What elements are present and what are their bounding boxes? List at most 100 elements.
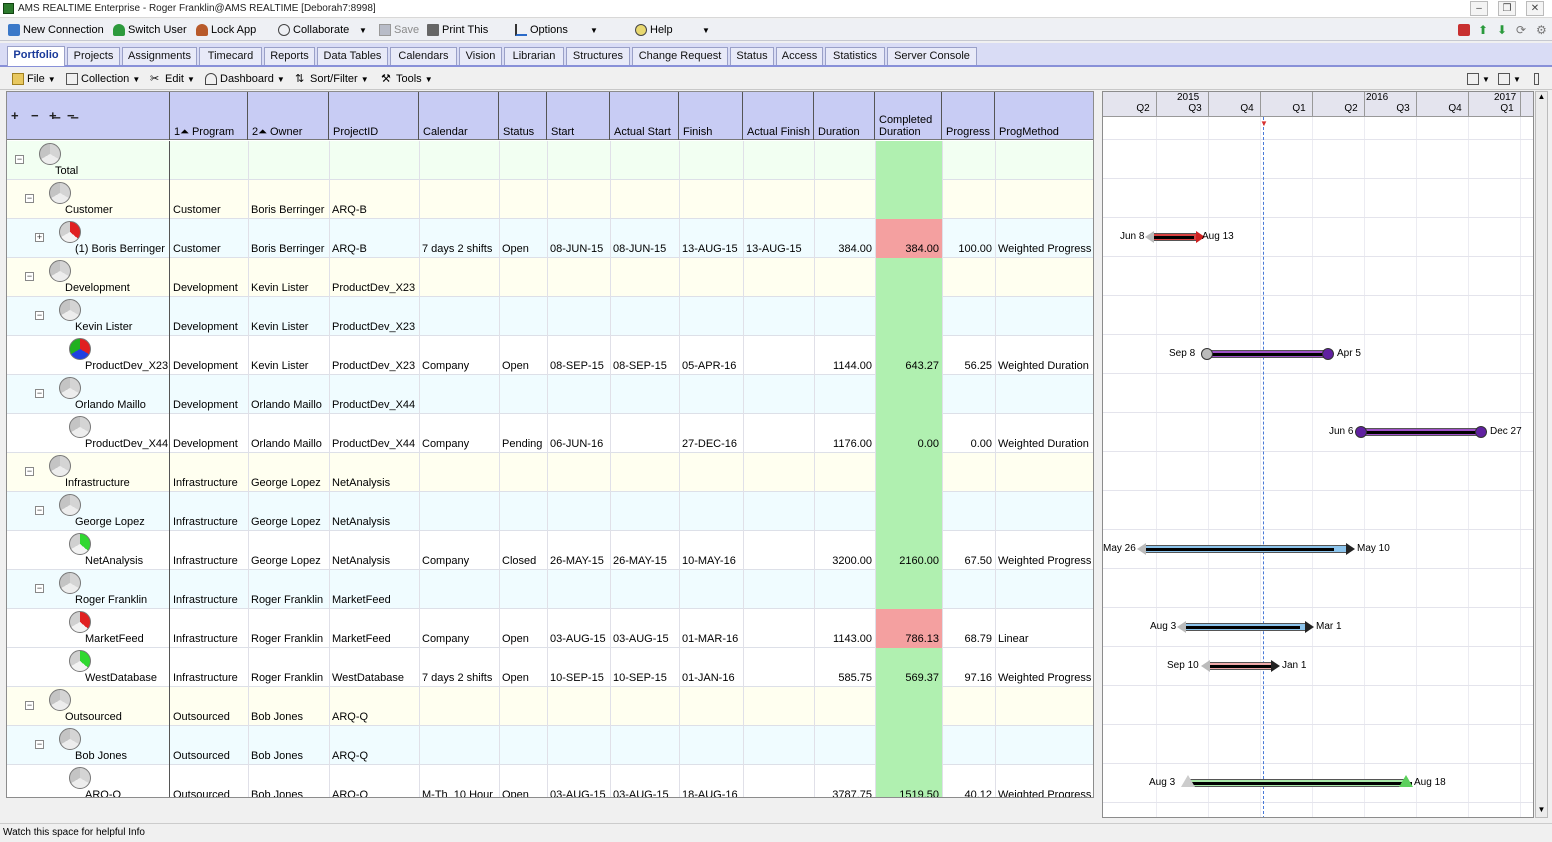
duration-cell[interactable]: 384.00 [817,219,875,258]
tab-calendars[interactable]: Calendars [390,47,457,65]
actual-finish-cell[interactable] [746,687,814,726]
program-cell[interactable]: Infrastructure [173,648,248,687]
actual-start-cell[interactable] [613,414,679,453]
program-cell[interactable]: Development [173,297,248,336]
tree-node-label[interactable]: ProductDev_X44 [85,414,170,453]
actual-finish-cell[interactable] [746,258,814,297]
actual-finish-cell[interactable] [746,297,814,336]
finish-cell[interactable] [682,453,743,492]
program-cell[interactable]: Infrastructure [173,492,248,531]
collapse-toggle-icon[interactable]: − [35,311,44,320]
actual-finish-cell[interactable] [746,531,814,570]
progmethod-cell[interactable] [998,687,1093,726]
duration-cell[interactable]: 1143.00 [817,609,875,648]
finish-cell[interactable] [682,297,743,336]
owner-cell[interactable]: George Lopez [251,531,329,570]
table-row[interactable]: − Development Development Kevin Lister Produ… [7,258,1093,297]
start-cell[interactable]: 06-JUN-16 [550,414,610,453]
completed-duration-cell[interactable] [875,570,942,609]
progress-cell[interactable] [945,297,995,336]
progmethod-cell[interactable] [998,258,1093,297]
tab-statistics[interactable]: Statistics [825,47,885,65]
completed-duration-cell[interactable] [875,297,942,336]
finish-cell[interactable] [682,141,743,180]
collapse-toggle-icon[interactable]: − [35,389,44,398]
completed-duration-cell[interactable]: 1519.50 [875,765,942,797]
duration-cell[interactable]: 585.75 [817,648,875,687]
owner-cell[interactable]: George Lopez [251,492,329,531]
collapse-toggle-icon[interactable]: − [25,194,34,203]
status-cell[interactable] [502,258,547,297]
completed-duration-cell[interactable]: 569.37 [875,648,942,687]
program-cell[interactable]: Customer [173,219,248,258]
col-projectid[interactable]: ProjectID [329,92,419,140]
actual-start-cell[interactable] [613,141,679,180]
tab-change-request[interactable]: Change Request [632,47,728,65]
projectid-cell[interactable] [332,141,419,180]
table-row[interactable]: − Kevin Lister Development Kevin Lister Prod… [7,297,1093,336]
table-row[interactable]: NetAnalysis Infrastructure George Lopez Net… [7,531,1093,570]
calendar-cell[interactable] [422,726,499,765]
collapse-toggle-icon[interactable]: − [35,506,44,515]
status-cell[interactable]: Open [502,219,547,258]
projectid-cell[interactable]: ARQ-B [332,219,419,258]
calendar-cell[interactable] [422,180,499,219]
calendar-cell[interactable]: Company [422,609,499,648]
finish-cell[interactable] [682,492,743,531]
new-connection-button[interactable]: New Connection [8,22,104,38]
duration-cell[interactable]: 1176.00 [817,414,875,453]
start-cell[interactable]: 03-AUG-15 [550,609,610,648]
projectid-cell[interactable]: ARQ-Q [332,765,419,797]
actual-start-cell[interactable]: 08-JUN-15 [613,219,679,258]
projectid-cell[interactable]: MarketFeed [332,609,419,648]
calendar-cell[interactable]: M-Th_10 Hour [422,765,499,797]
progmethod-cell[interactable]: Weighted Progress [998,219,1093,258]
status-cell[interactable] [502,180,547,219]
collapse-all-icon[interactable]: − [31,109,39,122]
file-menu[interactable]: File ▼ [12,71,56,87]
finish-cell[interactable] [682,687,743,726]
status-cell[interactable]: Open [502,648,547,687]
refresh-icon[interactable]: ⟳ [1516,22,1526,38]
arrow-down-icon[interactable]: ⬇ [1497,22,1507,38]
actual-start-cell[interactable] [613,297,679,336]
collapse-toggle-icon[interactable]: − [25,701,34,710]
program-cell[interactable]: Outsourced [173,765,248,797]
calendar-cell[interactable]: Company [422,531,499,570]
actual-start-cell[interactable] [613,687,679,726]
start-cell[interactable]: 08-JUN-15 [550,219,610,258]
tree-node-label[interactable]: Customer [65,180,170,219]
calendar-cell[interactable] [422,453,499,492]
completed-duration-cell[interactable] [875,375,942,414]
tree-node-label[interactable]: Development [65,258,170,297]
table-row[interactable]: + (1) Boris Berringer Customer Boris Berrin… [7,219,1093,258]
vertical-scrollbar[interactable]: ▲ ▼ [1535,91,1548,818]
projectid-cell[interactable]: MarketFeed [332,570,419,609]
collapse-toggle-icon[interactable]: − [15,155,24,164]
calendar-cell[interactable] [422,297,499,336]
arrow-up-icon[interactable]: ⬆ [1478,22,1488,38]
actual-start-cell[interactable] [613,570,679,609]
duration-cell[interactable] [817,453,875,492]
progress-cell[interactable]: 97.16 [945,648,995,687]
calendar-cell[interactable] [422,492,499,531]
calendar-cell[interactable]: 7 days 2 shifts [422,648,499,687]
progmethod-cell[interactable]: Linear [998,609,1093,648]
tab-data-tables[interactable]: Data Tables [317,47,388,65]
tab-timecard[interactable]: Timecard [199,47,262,65]
expand-all-icon[interactable]: + [11,109,19,122]
actual-finish-cell[interactable] [746,570,814,609]
completed-duration-cell[interactable]: 384.00 [875,219,942,258]
finish-cell[interactable] [682,180,743,219]
progress-cell[interactable] [945,141,995,180]
help-button[interactable]: Help [635,22,673,38]
column-options-icon[interactable]: ▼ [1498,71,1521,87]
options-dropdown[interactable]: ▼ [590,22,598,38]
duration-cell[interactable] [817,687,875,726]
actual-finish-cell[interactable] [746,765,814,797]
finish-cell[interactable]: 10-MAY-16 [682,531,743,570]
projectid-cell[interactable]: ProductDev_X44 [332,414,419,453]
duration-cell[interactable]: 1144.00 [817,336,875,375]
table-row[interactable]: − Total [7,141,1093,180]
start-cell[interactable]: 26-MAY-15 [550,531,610,570]
